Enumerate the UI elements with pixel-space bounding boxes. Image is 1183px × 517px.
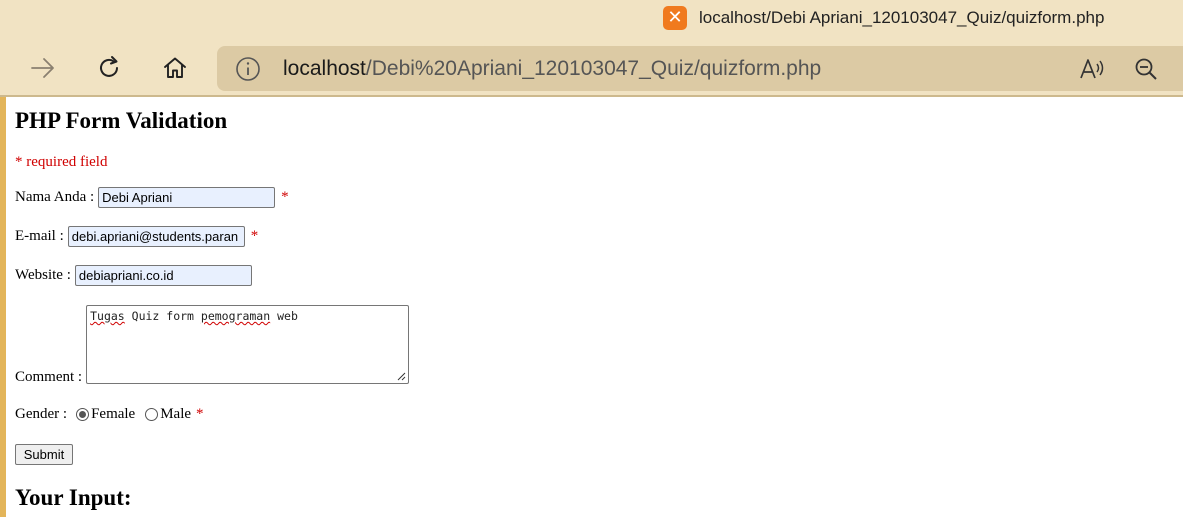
window-left-edge: [0, 97, 6, 517]
resize-grip-icon[interactable]: [396, 371, 406, 381]
male-radio[interactable]: [145, 408, 159, 421]
email-input[interactable]: [67, 226, 245, 247]
required-star: *: [281, 189, 289, 205]
website-label: Website :: [15, 267, 71, 283]
refresh-icon: [100, 56, 118, 77]
comment-textarea[interactable]: Tugas Quiz form pemograman web: [86, 305, 410, 384]
url-text[interactable]: localhost/Debi%20Apriani_120103047_Quiz/…: [283, 56, 821, 82]
browser-toolbar: localhost/Debi%20Apriani_120103047_Quiz/…: [0, 40, 1183, 97]
email-row: E-mail : *: [15, 226, 258, 247]
comment-word: pemograman: [200, 309, 271, 323]
name-row: Nama Anda : *: [15, 187, 289, 208]
comment-label: Comment :: [15, 369, 83, 385]
comment-word: Tugas: [90, 309, 125, 323]
page-title: PHP Form Validation: [15, 108, 228, 133]
url-path: /Debi%20Apriani_120103047_Quiz/quizform.…: [365, 57, 822, 80]
site-info-button[interactable]: [235, 56, 261, 82]
gender-row: Gender : Female Male *: [15, 406, 204, 423]
male-label[interactable]: Male: [160, 406, 191, 423]
result-heading: Your Input:: [15, 485, 132, 510]
browser-title-bar: ✕ localhost/Debi Apriani_120103047_Quiz/…: [0, 0, 1183, 40]
gender-label: Gender :: [15, 406, 68, 422]
url-host: localhost: [283, 57, 366, 80]
email-label: E-mail :: [15, 228, 64, 244]
address-bar[interactable]: localhost/Debi%20Apriani_120103047_Quiz/…: [217, 46, 1183, 91]
comment-word: Quiz form: [131, 309, 194, 323]
name-input[interactable]: [98, 187, 276, 208]
tab[interactable]: ✕ localhost/Debi Apriani_120103047_Quiz/…: [663, 6, 1104, 30]
read-aloud-button[interactable]: [1077, 55, 1107, 83]
required-field-note: * required field: [15, 154, 108, 170]
tab-title: localhost/Debi Apriani_120103047_Quiz/qu…: [699, 8, 1105, 27]
page-content: PHP Form Validation * required field Nam…: [15, 97, 1165, 517]
website-row: Website :: [15, 265, 252, 286]
refresh-button[interactable]: [89, 50, 129, 86]
required-star: *: [196, 406, 204, 422]
home-icon: [164, 57, 186, 78]
home-button[interactable]: [155, 50, 195, 86]
female-label[interactable]: Female: [91, 406, 135, 423]
zoom-out-icon: [1135, 58, 1157, 80]
submit-button[interactable]: Submit: [15, 444, 73, 465]
info-icon: [236, 57, 260, 81]
website-input[interactable]: [74, 265, 252, 286]
forward-icon: [31, 58, 54, 78]
read-aloud-icon: [1080, 59, 1104, 79]
name-label: Nama Anda :: [15, 189, 95, 205]
comment-word: web: [277, 309, 298, 323]
xampp-icon: ✕: [663, 6, 687, 30]
forward-button[interactable]: [23, 50, 63, 86]
required-star: *: [250, 228, 259, 244]
female-radio[interactable]: [76, 408, 90, 421]
comment-row: Comment : Tugas Quiz form pemograman web: [15, 305, 410, 385]
zoom-out-button[interactable]: [1131, 55, 1161, 83]
